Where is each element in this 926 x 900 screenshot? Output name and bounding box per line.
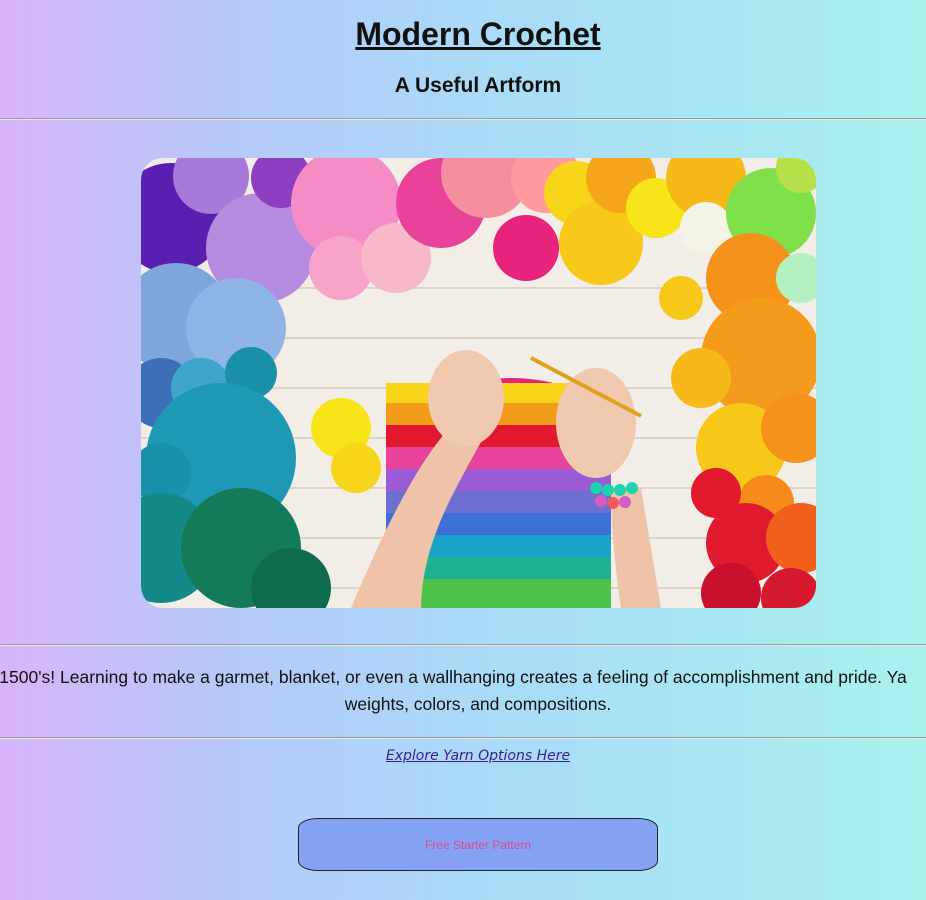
page-subtitle: A Useful Artform <box>394 74 562 97</box>
page-title: Modern Crochet <box>355 16 601 52</box>
crochet-yarn-illustration <box>141 158 816 608</box>
intro-line-1: 1500's! Learning to make a garmet, blank… <box>0 667 907 687</box>
free-starter-pattern-button[interactable]: Free Starter Pattern <box>298 818 658 871</box>
hero-image <box>141 158 816 608</box>
explore-yarn-link[interactable]: Explore Yarn Options Here <box>0 746 926 766</box>
intro-line-2: weights, colors, and compositions. <box>344 694 612 714</box>
content-divider-bottom <box>0 737 926 739</box>
intro-paragraph: 1500's! Learning to make a garmet, blank… <box>0 664 926 718</box>
header-divider <box>0 118 926 120</box>
content-divider-top <box>0 644 926 646</box>
